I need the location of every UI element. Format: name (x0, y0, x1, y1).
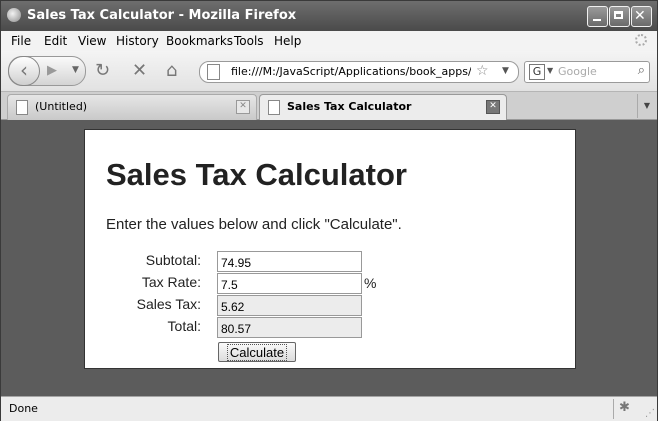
sales-tax-output: 5.62 (217, 295, 362, 316)
total-output: 80.57 (217, 317, 362, 338)
page-icon (16, 100, 28, 115)
tab-label: Sales Tax Calculator (287, 100, 412, 113)
forward-button[interactable]: ▶ (47, 63, 57, 78)
engine-dropdown-icon[interactable]: ▼ (547, 66, 553, 75)
percent-sign: % (364, 275, 377, 291)
search-placeholder: Google (558, 65, 597, 78)
subtotal-input[interactable]: 74.95 (217, 251, 362, 272)
tab-untitled[interactable]: (Untitled) ✕ (7, 94, 257, 120)
tax-rate-input[interactable]: 7.5 (217, 273, 362, 294)
stop-icon[interactable]: ✕ (132, 60, 147, 81)
maximize-button[interactable] (609, 6, 630, 27)
address-bar[interactable]: file:///M:/JavaScript/Applications/book_… (199, 61, 519, 83)
menu-edit[interactable]: Edit (44, 34, 67, 48)
menu-file[interactable]: File (11, 34, 31, 48)
menu-tools[interactable]: Tools (234, 34, 264, 48)
throbber-icon (635, 34, 647, 46)
sales-tax-label: Sales Tax: (136, 296, 201, 312)
status-text: Done (9, 402, 38, 415)
search-icon[interactable]: ⌕ (638, 63, 645, 78)
menu-help[interactable]: Help (274, 34, 301, 48)
firefox-logo-icon (7, 8, 21, 22)
reload-icon[interactable]: ↻ (95, 60, 110, 81)
page-icon (207, 64, 220, 80)
home-icon[interactable]: ⌂ (166, 60, 177, 81)
status-bar: Done ✱ ⋰ (1, 396, 657, 421)
window-title: Sales Tax Calculator - Mozilla Firefox (27, 8, 297, 23)
minimize-button[interactable] (587, 6, 608, 27)
page-icon (268, 100, 280, 115)
resize-grip-icon[interactable]: ⋰ (645, 409, 655, 419)
menu-history[interactable]: History (116, 34, 159, 48)
back-button[interactable]: ‹ (8, 56, 40, 86)
url-text[interactable]: file:///M:/JavaScript/Applications/book_… (231, 65, 471, 78)
menu-bookmarks[interactable]: Bookmarks (166, 34, 233, 48)
browser-window: Sales Tax Calculator - Mozilla Firefox ✕… (0, 0, 658, 421)
total-label: Total: (167, 318, 201, 334)
maximize-icon (614, 11, 623, 19)
subtotal-label: Subtotal: (145, 252, 201, 268)
menu-bar: File Edit View History Bookmarks Tools H… (1, 31, 657, 51)
calculate-label: Calculate (226, 344, 288, 361)
list-all-tabs-icon[interactable]: ▼ (637, 94, 656, 118)
close-icon: ✕ (634, 8, 646, 24)
addon-bug-icon[interactable]: ✱ (619, 400, 630, 415)
calculator-page: Sales Tax Calculator Enter the values be… (84, 129, 576, 369)
tab-label: (Untitled) (35, 100, 88, 113)
tax-rate-label: Tax Rate: (141, 274, 201, 290)
content-area: Sales Tax Calculator Enter the values be… (1, 120, 657, 396)
back-arrow-icon: ‹ (20, 58, 28, 82)
tab-strip: (Untitled) ✕ Sales Tax Calculator ✕ ▼ (1, 92, 657, 120)
close-tab-icon[interactable]: ✕ (486, 100, 500, 114)
navigation-toolbar: ‹ ▶ ▼ ↻ ✕ ⌂ file:///M:/JavaScript/Applic… (1, 51, 657, 92)
status-divider (613, 399, 614, 419)
google-engine-icon[interactable]: G (529, 64, 545, 80)
menu-view[interactable]: View (78, 34, 106, 48)
search-bar[interactable]: G ▼ Google ⌕ (524, 61, 650, 83)
close-window-button[interactable]: ✕ (631, 6, 652, 27)
title-bar[interactable]: Sales Tax Calculator - Mozilla Firefox ✕ (1, 1, 657, 31)
instructions-text: Enter the values below and click "Calcul… (106, 216, 402, 233)
tab-sales-tax-calculator[interactable]: Sales Tax Calculator ✕ (259, 94, 507, 120)
history-dropdown-icon[interactable]: ▼ (72, 65, 79, 75)
calculate-button[interactable]: Calculate (218, 342, 296, 362)
close-tab-icon[interactable]: ✕ (236, 100, 250, 114)
page-heading: Sales Tax Calculator (106, 157, 407, 192)
minimize-icon (593, 19, 601, 21)
bookmark-star-icon[interactable]: ☆ (476, 63, 489, 79)
url-dropdown-icon[interactable]: ▼ (502, 66, 509, 76)
